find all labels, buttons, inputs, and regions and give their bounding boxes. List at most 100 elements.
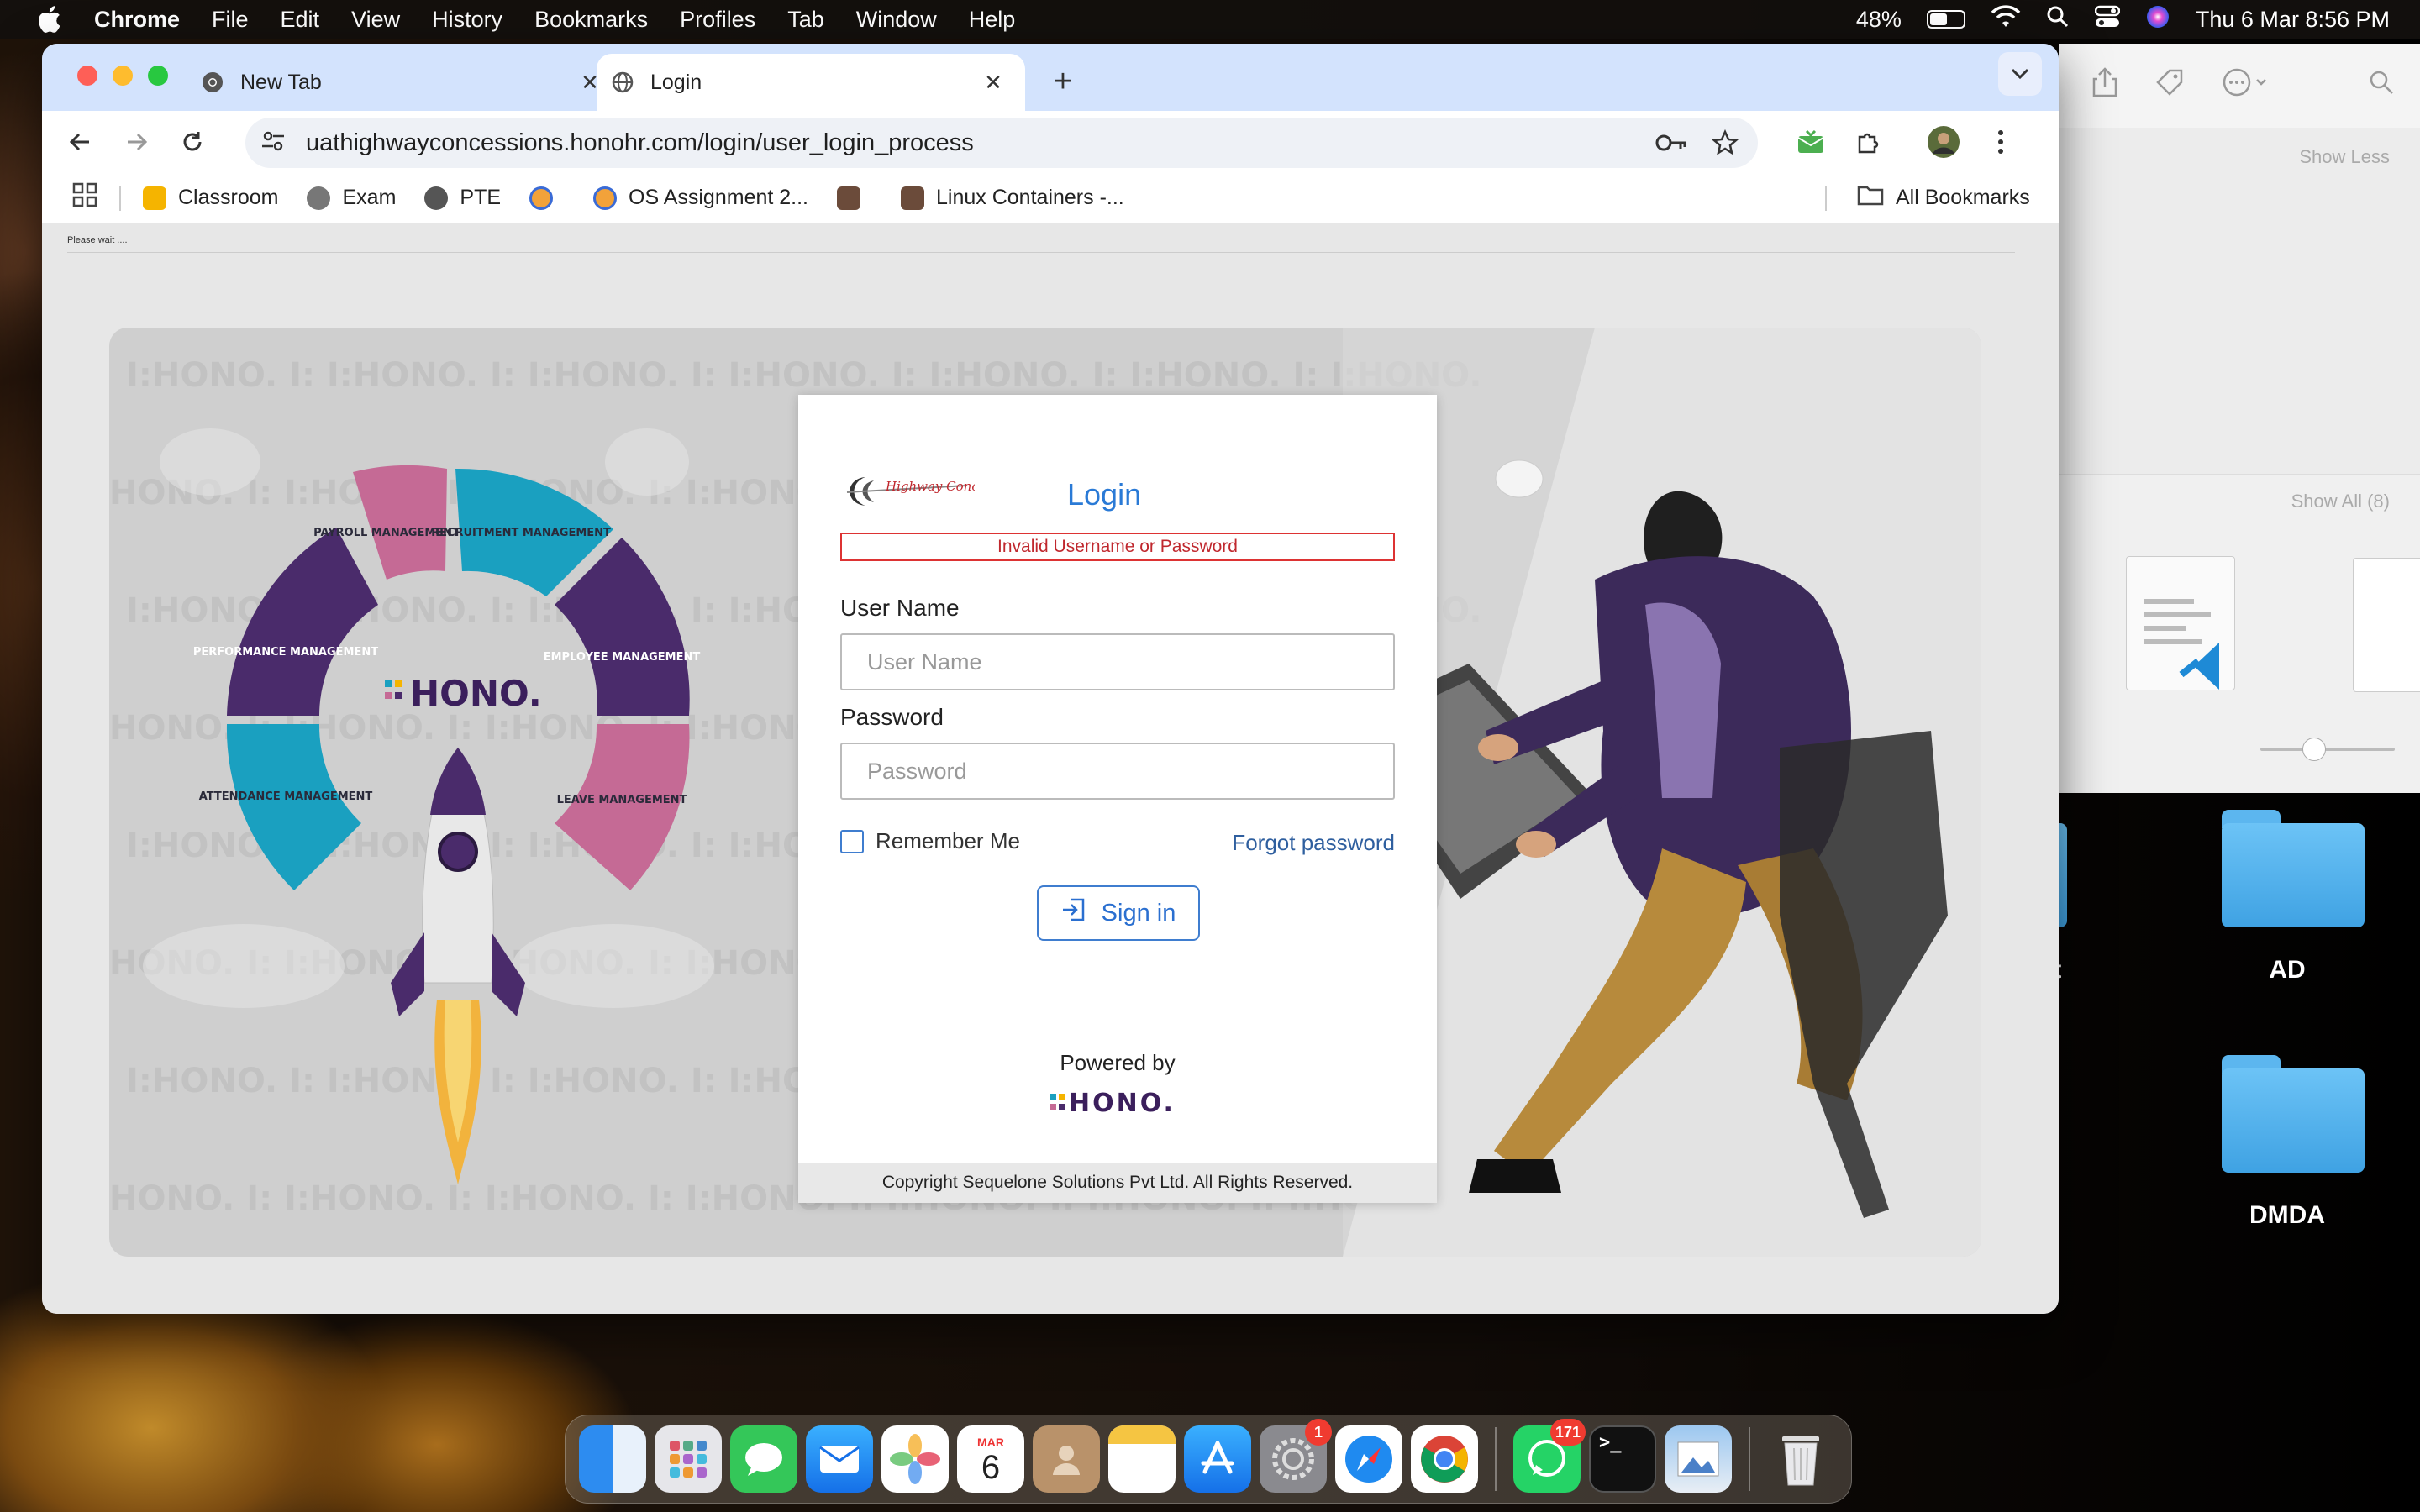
trash-icon[interactable]: [1767, 1425, 1834, 1493]
messages-icon[interactable]: [730, 1425, 797, 1493]
chrome-menu-icon[interactable]: [1980, 121, 2022, 163]
show-all-link[interactable]: Show All (8): [2291, 491, 2390, 512]
bookmark-label: Classroom: [178, 186, 279, 209]
menu-file[interactable]: File: [212, 7, 249, 33]
username-input[interactable]: User Name: [840, 633, 1395, 690]
new-tab-button[interactable]: +: [1042, 60, 1084, 102]
login-card: Highway Concessions Login Invalid Userna…: [798, 395, 1437, 1203]
finder-icon[interactable]: [579, 1425, 646, 1493]
zoom-window-button[interactable]: [148, 66, 168, 86]
reload-icon[interactable]: [171, 121, 213, 163]
folder-ad-label[interactable]: AD: [2203, 956, 2371, 984]
tab-new-tab[interactable]: New Tab ✕: [202, 54, 622, 111]
checkbox-box[interactable]: [840, 829, 864, 853]
tab-login[interactable]: Login ✕: [597, 54, 1025, 111]
share-icon[interactable]: [2092, 67, 2118, 104]
finder-search-icon[interactable]: [2368, 69, 2395, 102]
thumbnail-size-slider[interactable]: [2260, 738, 2395, 761]
wheel-label-performance: PERFORMANCE MANAGEMENT: [193, 646, 378, 659]
remember-me-checkbox[interactable]: Remember Me: [840, 828, 1020, 854]
notes-icon[interactable]: [1108, 1425, 1176, 1493]
all-bookmarks[interactable]: All Bookmarks: [1857, 184, 2030, 212]
control-center-icon[interactable]: [2094, 5, 2121, 34]
sign-in-button[interactable]: Sign in: [1037, 885, 1200, 941]
extensions-puzzle-icon[interactable]: [1847, 121, 1889, 163]
forward-arrow-icon[interactable]: [116, 121, 158, 163]
apps-grid-icon[interactable]: [72, 182, 97, 213]
bookmark-unnamed-1[interactable]: [529, 186, 565, 210]
safari-icon[interactable]: [1335, 1425, 1402, 1493]
bookmark-pte[interactable]: PTE: [424, 186, 501, 210]
folder-ad-icon[interactable]: [2222, 810, 2365, 927]
profile-avatar[interactable]: [1923, 121, 1965, 163]
launchpad-icon[interactable]: [655, 1425, 722, 1493]
menu-app-name[interactable]: Chrome: [94, 7, 180, 33]
minimize-window-button[interactable]: [113, 66, 133, 86]
bookmark-unnamed-2[interactable]: [837, 186, 872, 210]
classroom-icon: [143, 186, 166, 210]
menu-datetime[interactable]: Thu 6 Mar 8:56 PM: [2196, 7, 2390, 33]
mail-icon[interactable]: [806, 1425, 873, 1493]
extension-mail-icon[interactable]: [1790, 121, 1832, 163]
menu-bookmarks[interactable]: Bookmarks: [534, 7, 648, 33]
terminal-icon[interactable]: >_: [1589, 1425, 1656, 1493]
password-key-icon[interactable]: [1650, 122, 1692, 164]
bookmark-classroom[interactable]: Classroom: [143, 186, 278, 210]
apple-icon[interactable]: [32, 3, 66, 36]
close-tab-icon[interactable]: ✕: [978, 67, 1008, 97]
folder-dmda-label[interactable]: DMDA: [2203, 1201, 2371, 1230]
address-bar[interactable]: uathighwayconcessions.honohr.com/login/u…: [245, 118, 1758, 168]
bookmark-star-icon[interactable]: [1704, 122, 1746, 164]
system-settings-icon[interactable]: 1: [1260, 1419, 1332, 1493]
menu-profiles[interactable]: Profiles: [680, 7, 755, 33]
bookmark-exam[interactable]: Exam: [307, 186, 396, 210]
back-arrow-icon[interactable]: [59, 121, 101, 163]
menu-bar: Chrome File Edit View History Bookmarks …: [0, 0, 2420, 39]
calendar-icon[interactable]: MAR 6: [957, 1425, 1024, 1493]
photos-icon[interactable]: [881, 1425, 949, 1493]
menu-help[interactable]: Help: [969, 7, 1016, 33]
hono-logo: HONO.: [798, 1089, 1437, 1117]
app-store-icon[interactable]: [1184, 1425, 1251, 1493]
forgot-password-link[interactable]: Forgot password: [1232, 830, 1395, 856]
tag-icon[interactable]: [2154, 67, 2185, 104]
chrome-icon[interactable]: [1411, 1425, 1478, 1493]
battery-icon[interactable]: [1926, 10, 1965, 29]
siri-icon[interactable]: [2145, 4, 2170, 35]
vscode-file-thumbnail[interactable]: [2126, 556, 2235, 690]
menu-view[interactable]: View: [351, 7, 400, 33]
bookmark-os-assignment[interactable]: OS Assignment 2...: [593, 186, 808, 210]
bookmark-linux-containers[interactable]: Linux Containers -...: [901, 186, 1124, 210]
tab-search-chevron-icon[interactable]: [1998, 52, 2042, 96]
url-text[interactable]: uathighwayconcessions.honohr.com/login/u…: [306, 129, 1650, 157]
wheel-label-attendance: ATTENDANCE MANAGEMENT: [199, 790, 373, 803]
bookmark-label: Linux Containers -...: [936, 186, 1124, 209]
menu-tab[interactable]: Tab: [787, 7, 824, 33]
contacts-icon[interactable]: [1033, 1425, 1100, 1493]
password-input[interactable]: Password: [840, 743, 1395, 800]
whatsapp-icon[interactable]: 171: [1513, 1419, 1586, 1493]
calendar-day: 6: [981, 1449, 1001, 1486]
close-window-button[interactable]: [77, 66, 97, 86]
wifi-icon[interactable]: [1991, 4, 2021, 34]
wheel-label-recruitment: RECRUITMENT MANAGEMENT: [431, 527, 611, 539]
tab-title: New Tab: [240, 70, 322, 94]
preview-icon[interactable]: [1665, 1425, 1732, 1493]
menu-history[interactable]: History: [432, 7, 502, 33]
battery-percent[interactable]: 48%: [1856, 7, 1902, 33]
folder-dmda-icon[interactable]: [2222, 1055, 2365, 1173]
menu-window[interactable]: Window: [856, 7, 937, 33]
login-hero-banner: I:HONO. I: I:HONO. I: I:HONO. I: I:HONO.…: [109, 328, 1981, 1257]
pte-icon: [424, 186, 449, 210]
show-less-link[interactable]: Show Less: [2299, 146, 2390, 168]
menu-edit[interactable]: Edit: [281, 7, 320, 33]
spotlight-search-icon[interactable]: [2046, 5, 2070, 34]
chrome-icon: [202, 71, 224, 93]
site-info-icon[interactable]: [260, 129, 286, 158]
settings-badge: 1: [1305, 1419, 1332, 1446]
more-actions-icon[interactable]: [2222, 67, 2272, 104]
bookmark-label: PTE: [460, 186, 502, 209]
csv-file-thumbnail[interactable]: [2353, 558, 2420, 692]
finder-window: Show Less Show All (8): [2059, 44, 2420, 793]
bookmark-label: Exam: [342, 186, 397, 209]
